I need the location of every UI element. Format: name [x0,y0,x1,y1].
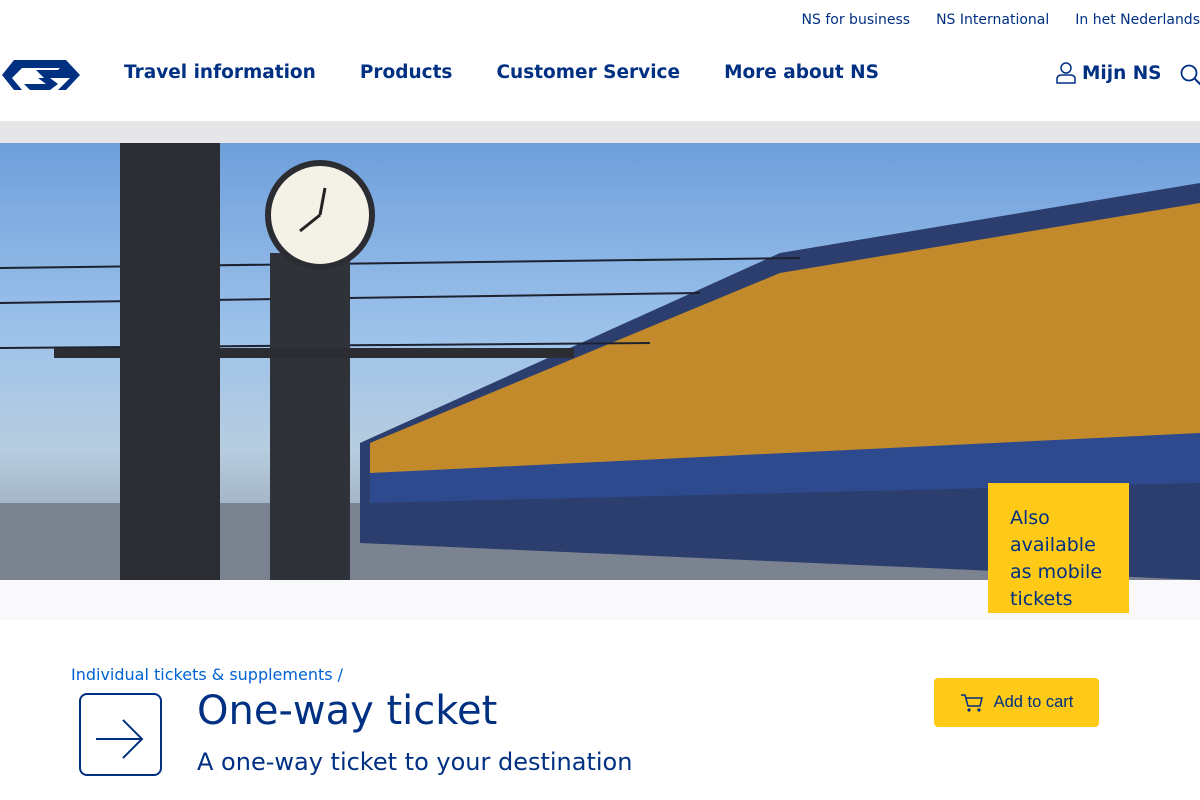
link-ns-business[interactable]: NS for business [802,12,911,28]
main-nav: Travel information Products Customer Ser… [124,62,879,83]
arrow-right-icon [79,693,162,776]
page-title: One-way ticket [197,688,498,734]
breadcrumb[interactable]: Individual tickets & supplements / [71,665,343,684]
add-to-cart-button[interactable]: Add to cart [934,678,1099,727]
nav-products[interactable]: Products [360,62,453,83]
nav-more-about-ns[interactable]: More about NS [724,62,879,83]
mijn-ns-link[interactable]: Mijn NS [1056,62,1162,84]
search-icon[interactable] [1180,64,1200,86]
top-links: NS for business NS International In het … [802,12,1200,28]
mijn-ns-label: Mijn NS [1082,62,1162,84]
cart-icon [960,693,983,712]
add-to-cart-label: Add to cart [993,693,1074,711]
mobile-ticket-promo: Also available as mobile tickets [988,483,1129,613]
nav-customer-service[interactable]: Customer Service [496,62,680,83]
page-subtitle: A one-way ticket to your destination [197,748,633,776]
link-dutch[interactable]: In het Nederlands [1075,12,1200,28]
nav-travel-information[interactable]: Travel information [124,62,316,83]
user-icon [1056,62,1076,84]
ns-logo[interactable] [0,58,82,92]
header-divider [0,121,1200,143]
link-ns-international[interactable]: NS International [936,12,1049,28]
